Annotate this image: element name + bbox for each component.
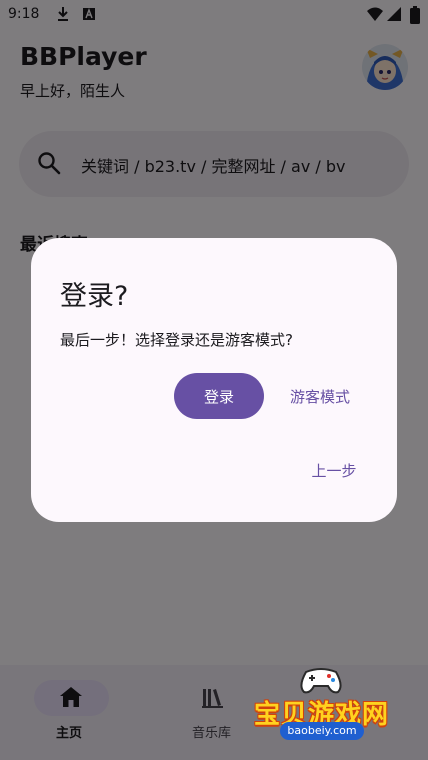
- screen: 9:18 BBPlayer 早上好，陌生人: [0, 0, 428, 760]
- dialog-title: 登录?: [60, 281, 129, 312]
- guest-mode-button[interactable]: 游客模式: [275, 373, 365, 419]
- dialog-message: 最后一步！选择登录还是游客模式?: [60, 331, 293, 349]
- login-button[interactable]: 登录: [174, 373, 264, 419]
- login-dialog: 登录? 最后一步！选择登录还是游客模式? 登录 游客模式 上一步: [31, 238, 397, 522]
- watermark-url: baobeiy.com: [280, 722, 364, 740]
- gamepad-icon: [300, 668, 342, 694]
- previous-step-button[interactable]: 上一步: [299, 450, 369, 490]
- watermark: 宝贝游戏网 baobeiy.com: [250, 664, 400, 756]
